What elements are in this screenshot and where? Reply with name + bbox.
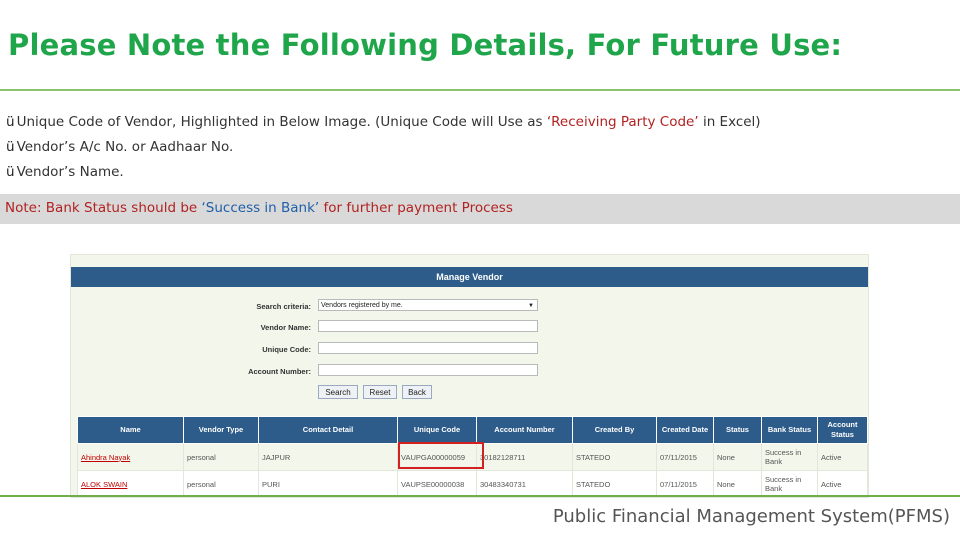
unique-code-label: Unique Code:	[262, 345, 311, 354]
bullet-text: Unique Code of Vendor, Highlighted in Be…	[16, 114, 547, 130]
bullet-list: ü Unique Code of Vendor, Highlighted in B…	[6, 113, 761, 188]
column-header[interactable]: Vendor Type	[183, 416, 259, 444]
bullet-text: Vendor’s Name.	[16, 164, 124, 180]
table-cell: 30182128711	[476, 443, 573, 471]
account-number-label: Account Number:	[248, 367, 311, 376]
reset-button[interactable]: Reset	[363, 385, 397, 399]
checkmark-icon: ü	[6, 114, 15, 130]
search-criteria-select[interactable]: Vendors registered by me. ▼	[318, 299, 538, 311]
checkmark-icon: ü	[6, 139, 15, 155]
table-cell: STATEDO	[572, 470, 657, 497]
manage-vendor-header: Manage Vendor	[71, 267, 868, 287]
table-cell: STATEDO	[572, 443, 657, 471]
table-cell: Active	[817, 470, 868, 497]
unique-code-input[interactable]	[318, 342, 538, 354]
bank-status-cell: Success in Bank	[761, 443, 818, 471]
table-cell: None	[713, 470, 762, 497]
column-header[interactable]: Created Date	[656, 416, 714, 444]
footer-text: Public Financial Management System(PFMS)	[552, 506, 950, 527]
table-header-row: Name Vendor Type Contact Detail Unique C…	[77, 416, 868, 444]
column-header[interactable]: Contact Detail	[258, 416, 398, 444]
search-button[interactable]: Search	[318, 385, 358, 399]
search-criteria-label: Search criteria:	[256, 302, 311, 311]
title-divider	[0, 89, 960, 91]
table-cell: Active	[817, 443, 868, 471]
table-cell: PURI	[258, 470, 398, 497]
note-highlight: ‘Success in Bank’	[201, 200, 320, 216]
column-header[interactable]: Name	[77, 416, 184, 444]
column-header[interactable]: Unique Code	[397, 416, 477, 444]
bullet-text: Vendor’s A/c No. or Aadhaar No.	[16, 139, 234, 155]
note-text: Note: Bank Status should be ‘Success in …	[5, 200, 513, 216]
bank-status-cell: Success in Bank	[761, 470, 818, 497]
chevron-down-icon: ▼	[528, 303, 534, 309]
column-header[interactable]: Account Status	[817, 416, 868, 444]
footer-divider	[0, 495, 960, 497]
vendor-name-label: Vendor Name:	[260, 323, 311, 332]
manage-vendor-screenshot: Manage Vendor Search criteria: Vendors r…	[70, 254, 869, 498]
table-cell: None	[713, 443, 762, 471]
column-header[interactable]: Created By	[572, 416, 657, 444]
table-cell: 07/11/2015	[656, 470, 714, 497]
vendor-name-input[interactable]	[318, 320, 538, 332]
bullet-highlight-text: ‘Receiving Party Code’	[546, 114, 699, 130]
back-button[interactable]: Back	[402, 385, 432, 399]
page-title: Please Note the Following Details, For F…	[8, 28, 843, 62]
note-pre: Note: Bank Status should be	[5, 200, 202, 216]
table-cell: personal	[183, 443, 259, 471]
bullet-vendor-name: ü Vendor’s Name.	[6, 163, 761, 188]
column-header[interactable]: Status	[713, 416, 762, 444]
note-banner: Note: Bank Status should be ‘Success in …	[0, 194, 960, 224]
bullet-text-end: in Excel)	[698, 114, 761, 130]
unique-code-cell: VAUPSE00000038	[397, 470, 477, 497]
vendor-name-link[interactable]: Ahindra Nayak	[77, 443, 184, 471]
table-cell: 30483340731	[476, 470, 573, 497]
column-header[interactable]: Account Number	[476, 416, 573, 444]
table-row: ALOK SWAIN personal PURI VAUPSE00000038 …	[77, 470, 868, 497]
table-cell: personal	[183, 470, 259, 497]
table-cell: 07/11/2015	[656, 443, 714, 471]
account-number-input[interactable]	[318, 364, 538, 376]
note-post: for further payment Process	[319, 200, 513, 216]
vendor-name-link[interactable]: ALOK SWAIN	[77, 470, 184, 497]
search-criteria-value: Vendors registered by me.	[321, 302, 403, 309]
bullet-unique-code: ü Unique Code of Vendor, Highlighted in B…	[6, 113, 761, 138]
checkmark-icon: ü	[6, 164, 15, 180]
unique-code-highlight-box	[398, 442, 484, 469]
table-cell: JAJPUR	[258, 443, 398, 471]
column-header[interactable]: Bank Status	[761, 416, 818, 444]
bullet-account-number: ü Vendor’s A/c No. or Aadhaar No.	[6, 138, 761, 163]
